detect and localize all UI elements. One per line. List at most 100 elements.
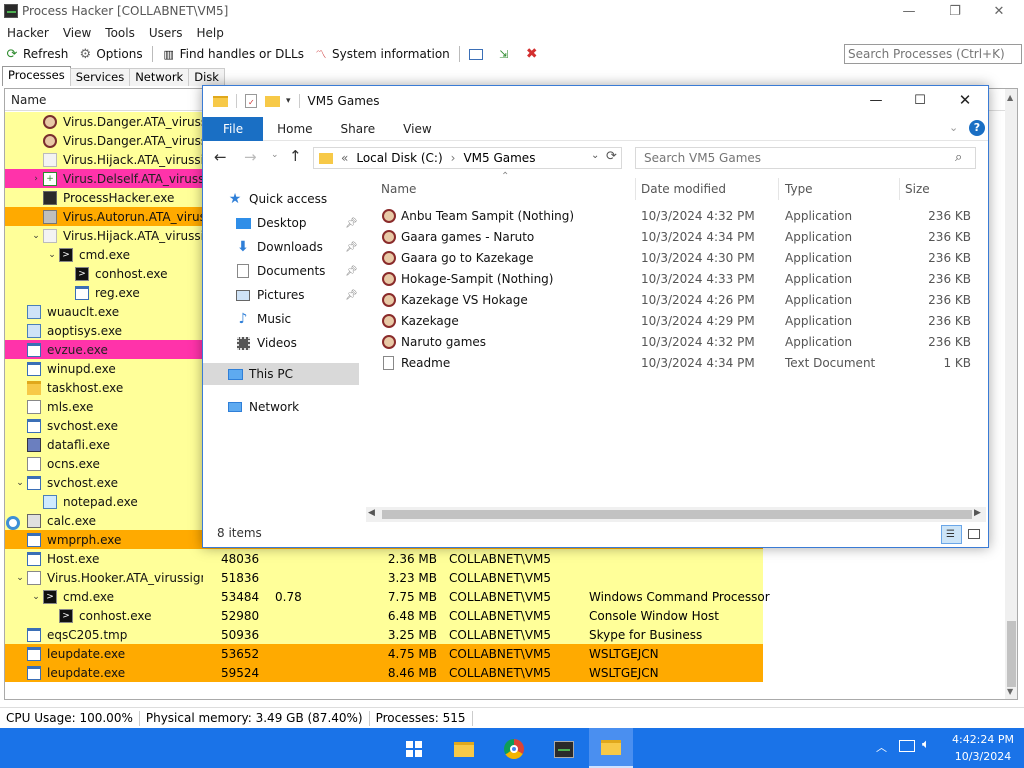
character-face-icon bbox=[43, 133, 57, 148]
nav-quick-access[interactable]: ★ Quick access bbox=[227, 188, 327, 210]
window-button[interactable] bbox=[464, 43, 492, 65]
ph-restore-button[interactable]: ❐ bbox=[932, 0, 978, 22]
column-header-name[interactable]: Name bbox=[381, 178, 631, 200]
process-row[interactable]: ⌄ Virus.Hooker.ATA_virussign... 51836 3.23 … bbox=[5, 568, 763, 587]
file-row[interactable]: Hokage-Sampit (Nothing) 10/3/2024 4:33 PM… bbox=[373, 269, 981, 290]
address-overflow[interactable]: « bbox=[341, 151, 348, 165]
details-view-button[interactable]: ☰ bbox=[941, 525, 962, 544]
file-row[interactable]: Kazekage VS Hokage 10/3/2024 4:26 PM Appli… bbox=[373, 290, 981, 311]
nav-music[interactable]: ♪ Music bbox=[235, 308, 292, 330]
scroll-right-icon[interactable]: ▶ bbox=[974, 508, 981, 518]
scrollbar-thumb[interactable] bbox=[382, 510, 972, 519]
qat-dropdown-icon[interactable]: ▾ bbox=[286, 96, 291, 106]
tree-expand-icon[interactable]: › bbox=[31, 174, 41, 184]
taskbar-process-hacker[interactable] bbox=[546, 732, 582, 766]
menu-hacker[interactable]: Hacker bbox=[0, 26, 56, 40]
tab-services[interactable]: Services bbox=[69, 68, 131, 86]
volume-icon[interactable]: 🔈︎ bbox=[922, 737, 930, 752]
file-row[interactable]: Naruto games 10/3/2024 4:32 PM Application… bbox=[373, 332, 981, 353]
nav-videos[interactable]: Videos bbox=[235, 332, 297, 354]
properties-icon[interactable]: ✓ bbox=[245, 94, 257, 108]
column-header-type[interactable]: Type bbox=[785, 178, 813, 200]
pin-icon[interactable]: 📌︎ bbox=[345, 266, 358, 277]
chevron-up-icon[interactable]: ︿ bbox=[876, 739, 887, 755]
address-dropdown-icon[interactable]: ⌄ bbox=[591, 150, 599, 161]
ribbon-tab-share[interactable]: Share bbox=[327, 117, 390, 141]
menu-view[interactable]: View bbox=[56, 26, 98, 40]
column-header-size[interactable]: Size bbox=[905, 178, 930, 200]
terminate-button[interactable]: ✖ bbox=[520, 43, 548, 65]
large-icons-view-button[interactable] bbox=[965, 526, 983, 543]
tree-collapse-icon[interactable]: ⌄ bbox=[47, 250, 57, 260]
tree-collapse-icon[interactable]: ⌄ bbox=[31, 592, 41, 602]
process-row[interactable]: > conhost.exe 52980 6.48 MB COLLABNET\VM5 Con… bbox=[5, 606, 763, 625]
up-arrow-icon[interactable]: ↑ bbox=[289, 147, 302, 165]
column-header-name[interactable]: Name bbox=[11, 93, 46, 107]
ribbon-tab-home[interactable]: Home bbox=[263, 117, 326, 141]
address-bar[interactable]: « Local Disk (C:) › VM5 Games ⌄ bbox=[313, 147, 622, 169]
taskbar-file-explorer-active[interactable] bbox=[589, 728, 633, 768]
process-row[interactable]: leupdate.exe 53652 4.75 MB COLLABNET\VM5 WSL… bbox=[5, 644, 763, 663]
export-button[interactable]: ⇲ bbox=[492, 43, 520, 65]
refresh-icon[interactable]: ⟳ bbox=[606, 149, 617, 164]
process-row[interactable]: Host.exe 48036 2.36 MB COLLABNET\VM5 bbox=[5, 549, 763, 568]
fe-close-button[interactable]: ✕ bbox=[942, 89, 988, 111]
help-icon[interactable]: ? bbox=[969, 120, 985, 136]
file-row[interactable]: Gaara go to Kazekage 10/3/2024 4:30 PM App… bbox=[373, 248, 981, 269]
search-processes-input[interactable] bbox=[844, 44, 1022, 64]
taskbar-chrome[interactable] bbox=[496, 732, 532, 766]
scroll-left-icon[interactable]: ◀ bbox=[368, 508, 375, 518]
nav-downloads[interactable]: ⬇ Downloads bbox=[235, 236, 323, 258]
tree-collapse-icon[interactable]: ⌄ bbox=[15, 573, 25, 583]
scrollbar-thumb[interactable] bbox=[1007, 621, 1016, 687]
find-handles-button[interactable]: ▥ Find handles or DLLs bbox=[157, 43, 309, 65]
process-row[interactable]: ⌄ > cmd.exe 53484 0.78 7.75 MB COLLABNET\VM5 Wi… bbox=[5, 587, 770, 606]
back-arrow-icon[interactable]: ← bbox=[214, 148, 227, 166]
nav-pictures[interactable]: Pictures bbox=[235, 284, 305, 306]
menu-tools[interactable]: Tools bbox=[98, 26, 142, 40]
process-row[interactable]: leupdate.exe 59524 8.46 MB COLLABNET\VM5 WSL… bbox=[5, 663, 763, 682]
process-tree-scrollbar[interactable]: ▲ ▼ bbox=[1005, 89, 1017, 699]
breadcrumb-vm5-games[interactable]: VM5 Games bbox=[463, 151, 535, 165]
menu-users[interactable]: Users bbox=[142, 26, 190, 40]
nav-this-pc[interactable]: This PC bbox=[203, 363, 359, 385]
menu-help[interactable]: Help bbox=[189, 26, 230, 40]
fe-minimize-button[interactable]: — bbox=[853, 89, 899, 111]
refresh-button[interactable]: ⟳ Refresh bbox=[0, 43, 73, 65]
options-button[interactable]: ⚙ Options bbox=[73, 43, 147, 65]
file-row[interactable]: Anbu Team Sampit (Nothing) 10/3/2024 4:32… bbox=[373, 206, 981, 227]
file-row[interactable]: Gaara games - Naruto 10/3/2024 4:34 PM App… bbox=[373, 227, 981, 248]
file-list-horizontal-scrollbar[interactable]: ◀ ▶ bbox=[366, 507, 986, 522]
ph-minimize-button[interactable]: — bbox=[886, 0, 932, 22]
system-information-button[interactable]: 〽 System information bbox=[309, 43, 455, 65]
forward-arrow-icon[interactable]: → bbox=[244, 148, 257, 166]
tab-network[interactable]: Network bbox=[129, 68, 190, 86]
ph-close-button[interactable]: ✕ bbox=[976, 0, 1022, 22]
start-button[interactable] bbox=[396, 732, 432, 766]
taskbar-file-explorer[interactable] bbox=[446, 732, 482, 766]
fe-maximize-button[interactable]: ☐ bbox=[897, 89, 943, 111]
network-status-icon[interactable] bbox=[899, 740, 915, 752]
column-header-date-modified[interactable]: Date modified bbox=[641, 178, 726, 200]
ribbon-expand-icon[interactable]: ⌄ bbox=[949, 121, 958, 134]
pin-icon[interactable]: 📌︎ bbox=[345, 290, 358, 301]
tree-collapse-icon[interactable]: ⌄ bbox=[31, 231, 41, 241]
file-row[interactable]: Readme 10/3/2024 4:34 PM Text Document 1 KB bbox=[373, 353, 981, 374]
search-folder-input[interactable] bbox=[635, 147, 976, 169]
pin-icon[interactable]: 📌︎ bbox=[345, 242, 358, 253]
ribbon-tab-view[interactable]: View bbox=[389, 117, 445, 141]
nav-documents[interactable]: Documents bbox=[235, 260, 325, 282]
nav-network[interactable]: Network bbox=[227, 396, 299, 418]
process-row[interactable]: eqsC205.tmp 50936 3.25 MB COLLABNET\VM5 Skyp… bbox=[5, 625, 763, 644]
pin-icon[interactable]: 📌︎ bbox=[345, 218, 358, 229]
new-folder-icon[interactable] bbox=[265, 95, 280, 107]
system-clock[interactable]: 4:42:24 PM 10/3/2024 bbox=[945, 731, 1021, 765]
ribbon-tab-file[interactable]: File bbox=[203, 116, 264, 141]
nav-desktop[interactable]: Desktop bbox=[235, 212, 307, 234]
file-row[interactable]: Kazekage 10/3/2024 4:29 PM Application 236 … bbox=[373, 311, 981, 332]
recent-locations-icon[interactable]: ⌄ bbox=[271, 150, 279, 160]
tab-processes[interactable]: Processes bbox=[2, 66, 71, 86]
tree-collapse-icon[interactable]: ⌄ bbox=[15, 478, 25, 488]
breadcrumb-local-disk[interactable]: Local Disk (C:) bbox=[356, 151, 442, 165]
tab-disk[interactable]: Disk bbox=[188, 68, 225, 86]
